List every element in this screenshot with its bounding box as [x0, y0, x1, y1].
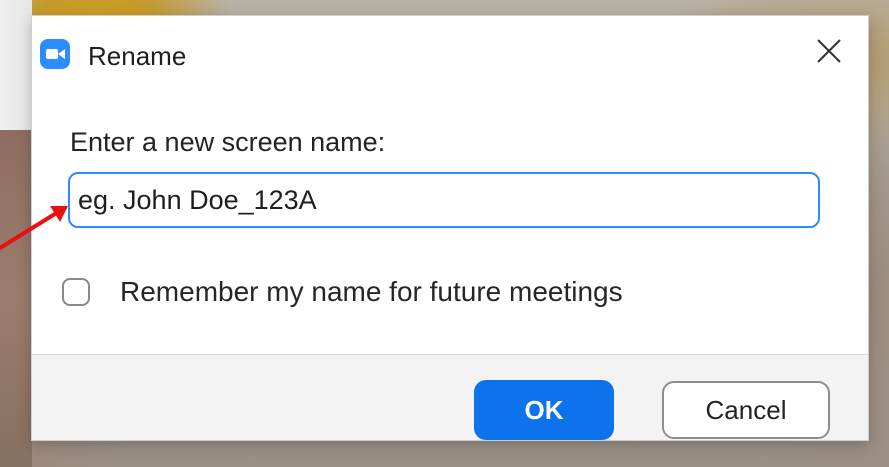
close-icon[interactable]	[815, 37, 843, 65]
cancel-button[interactable]: Cancel	[662, 381, 830, 439]
title-bar: Rename	[32, 16, 868, 96]
video-camera-icon	[40, 39, 70, 69]
remember-name-label[interactable]: Remember my name for future meetings	[120, 274, 623, 310]
remember-name-row[interactable]: Remember my name for future meetings	[62, 270, 623, 314]
close-button[interactable]	[798, 16, 868, 86]
background-panel-lower	[0, 130, 32, 467]
remember-name-checkbox[interactable]	[62, 278, 90, 306]
dialog-footer: OK Cancel	[32, 354, 868, 440]
annotation-arrow-icon	[0, 206, 68, 250]
dialog-title: Rename	[88, 41, 187, 71]
screen-name-input[interactable]	[68, 172, 820, 228]
ok-button[interactable]: OK	[474, 380, 614, 440]
rename-dialog: Rename Enter a new screen name: Remember…	[32, 16, 868, 440]
screen-name-label: Enter a new screen name:	[70, 127, 386, 157]
